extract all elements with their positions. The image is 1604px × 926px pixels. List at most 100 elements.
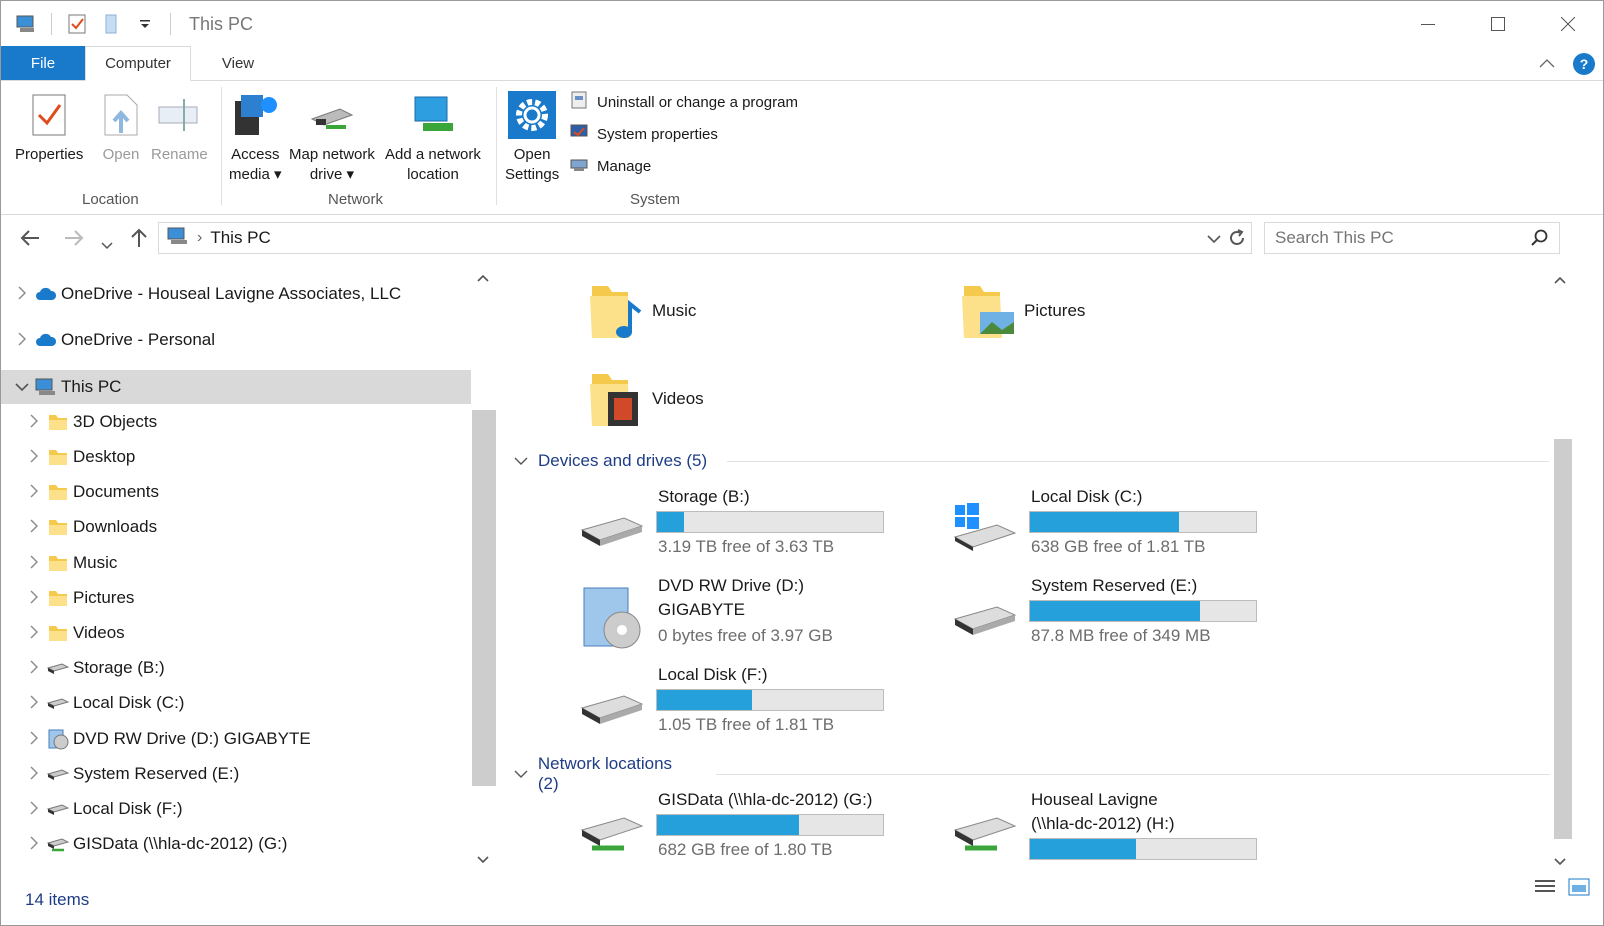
drive-dvd-d[interactable]: DVD RW Drive (D:) GIGABYTE 0 bytes free o… (578, 574, 908, 658)
content-scroll-up-icon[interactable] (1554, 271, 1566, 289)
nav-item[interactable]: Desktop (1, 440, 471, 474)
nav-item[interactable]: OneDrive - Houseal Lavigne Associates, L… (1, 277, 471, 311)
details-view-icon[interactable] (1533, 877, 1557, 902)
collapse-ribbon-icon[interactable] (1539, 55, 1555, 73)
nav-item-label: 3D Objects (73, 412, 158, 431)
nav-scroll-up-icon[interactable] (477, 271, 489, 285)
drive-icon (951, 582, 1017, 652)
capacity-bar (656, 511, 884, 533)
breadcrumb-chevron-icon[interactable]: › (197, 229, 202, 247)
tab-file[interactable]: File (1, 46, 85, 80)
section-devices-and-drives[interactable]: Devices and drives (5) (514, 451, 1550, 471)
expand-chevron-icon[interactable] (21, 695, 47, 712)
folder-music[interactable]: Music (586, 277, 696, 343)
folder-videos[interactable]: Videos (586, 365, 704, 431)
expand-chevron-icon[interactable] (21, 449, 47, 466)
nav-item[interactable]: Local Disk (C:) (1, 686, 471, 720)
address-dropdown-icon[interactable] (1207, 231, 1221, 249)
breadcrumb-this-pc[interactable]: This PC (210, 228, 270, 248)
expand-chevron-icon[interactable] (21, 555, 47, 572)
nav-item[interactable]: Videos (1, 616, 471, 650)
add-network-location-button[interactable]: Add a network location (385, 87, 481, 185)
up-arrow-icon[interactable] (129, 227, 149, 255)
rename-icon (155, 87, 203, 143)
expand-chevron-icon[interactable] (21, 590, 47, 607)
group-label-network: Network (328, 191, 384, 208)
computer-icon[interactable] (15, 13, 37, 35)
nav-item[interactable]: Downloads (1, 510, 471, 544)
drive-houseal-lavigne-h[interactable]: Houseal Lavigne (\\hla-dc-2012) (H:) (951, 788, 1281, 872)
nav-item[interactable]: Local Disk (F:) (1, 792, 471, 826)
nav-item-label: Downloads (73, 517, 158, 536)
system-properties-button[interactable]: System properties (569, 123, 798, 145)
expand-chevron-icon[interactable] (21, 731, 47, 748)
expand-chevron-icon[interactable] (21, 801, 47, 818)
content-scrollbar-thumb[interactable] (1554, 439, 1572, 839)
folder-icon (47, 552, 69, 574)
expanded-chevron-icon[interactable] (9, 379, 35, 395)
forward-arrow-icon[interactable] (63, 227, 85, 253)
open-settings-button[interactable]: Open Settings (505, 87, 559, 185)
large-icons-view-icon[interactable] (1567, 877, 1591, 902)
map-network-drive-button[interactable]: Map network drive ▾ (289, 87, 375, 185)
drive-storage-b[interactable]: Storage (B:) 3.19 TB free of 3.63 TB (578, 485, 908, 569)
folder-icon (47, 516, 69, 538)
nav-scroll-down-icon[interactable] (477, 853, 489, 867)
nav-item[interactable]: GISData (\\hla-dc-2012) (G:) (1, 827, 471, 861)
nav-item[interactable]: Storage (B:) (1, 651, 471, 685)
minimize-button[interactable] (1393, 1, 1463, 47)
nav-item[interactable]: Music (1, 546, 471, 580)
nav-item[interactable]: DVD RW Drive (D:) GIGABYTE (1, 722, 471, 756)
nav-item[interactable]: Pictures (1, 581, 471, 615)
search-icon[interactable] (1531, 229, 1549, 252)
refresh-icon[interactable] (1227, 228, 1247, 253)
nav-item[interactable]: Documents (1, 475, 471, 509)
expand-chevron-icon[interactable] (21, 836, 47, 853)
section-divider (716, 773, 1550, 775)
maximize-button[interactable] (1463, 1, 1533, 47)
rename-button[interactable]: Rename (151, 87, 208, 165)
expand-chevron-icon[interactable] (9, 286, 35, 303)
drive-local-disk-c[interactable]: Local Disk (C:) 638 GB free of 1.81 TB (951, 485, 1281, 569)
folder-icon (47, 446, 69, 468)
open-button[interactable]: Open (97, 87, 145, 165)
drive-icon (47, 763, 69, 785)
expand-chevron-icon[interactable] (21, 484, 47, 501)
drive-system-reserved-e[interactable]: System Reserved (E:) 87.8 MB free of 349… (951, 574, 1281, 658)
tab-view[interactable]: View (191, 46, 285, 80)
properties-button[interactable]: Properties (15, 87, 83, 165)
nav-scrollbar-thumb[interactable] (472, 410, 496, 786)
drive-gisdata-g[interactable]: GISData (\\hla-dc-2012) (G:) 682 GB free… (578, 788, 908, 872)
content-scroll-down-icon[interactable] (1554, 853, 1566, 871)
help-icon[interactable]: ? (1573, 53, 1595, 75)
status-bar: 14 items (1, 873, 1603, 925)
customize-dropdown-icon[interactable] (134, 13, 156, 35)
address-box[interactable]: › This PC (158, 222, 1252, 254)
nav-item[interactable]: System Reserved (E:) (1, 757, 471, 791)
tab-computer[interactable]: Computer (85, 46, 191, 81)
expand-chevron-icon[interactable] (21, 766, 47, 783)
access-media-button[interactable]: Access media ▾ (229, 87, 282, 185)
navigation-pane: OneDrive - Houseal Lavigne Associates, L… (1, 263, 498, 873)
expand-chevron-icon[interactable] (21, 625, 47, 642)
nav-item[interactable]: OneDrive - Personal (1, 323, 471, 357)
close-button[interactable] (1533, 1, 1603, 47)
folder-pictures[interactable]: Pictures (958, 277, 1085, 343)
expand-chevron-icon[interactable] (21, 414, 47, 431)
expand-chevron-icon[interactable] (21, 660, 47, 677)
recent-locations-chevron-icon[interactable] (101, 231, 113, 257)
content-pane: Music Pictures Videos Devices and drives… (498, 263, 1550, 873)
manage-icon (569, 154, 589, 178)
properties-check-icon[interactable] (66, 13, 88, 35)
expand-chevron-icon[interactable] (21, 519, 47, 536)
expand-chevron-icon[interactable] (9, 332, 35, 349)
nav-item-label: Local Disk (C:) (73, 693, 185, 712)
back-arrow-icon[interactable] (19, 227, 41, 253)
new-folder-icon[interactable] (100, 13, 122, 35)
drive-local-disk-f[interactable]: Local Disk (F:) 1.05 TB free of 1.81 TB (578, 663, 908, 747)
search-input[interactable] (1275, 228, 1525, 248)
manage-button[interactable]: Manage (569, 155, 798, 177)
nav-item[interactable]: This PC (1, 370, 471, 404)
uninstall-program-button[interactable]: Uninstall or change a program (569, 91, 798, 113)
nav-item[interactable]: 3D Objects (1, 405, 471, 439)
